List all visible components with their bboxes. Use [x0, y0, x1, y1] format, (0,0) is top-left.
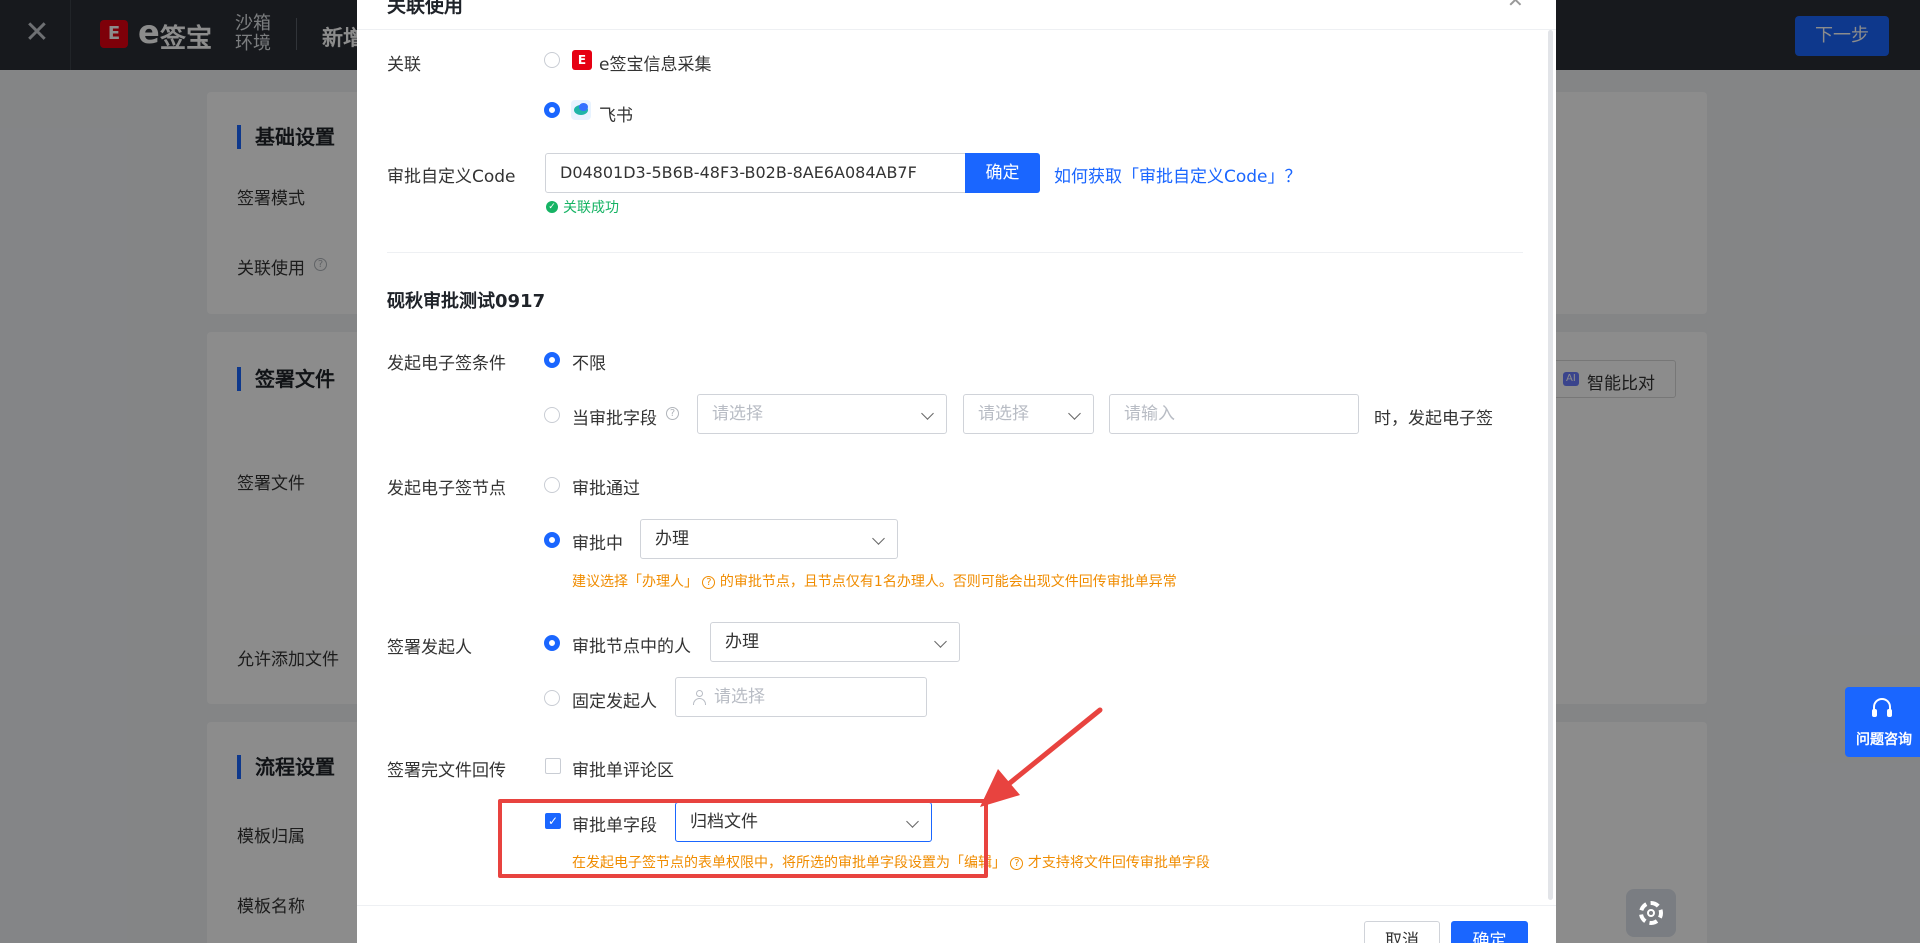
- headset-ear-right: [1887, 709, 1892, 717]
- approval-code-value: D04801D3-5B6B-48F3-B02B-8AE6A084AB7F: [560, 163, 917, 182]
- warning-text: 才支持将文件回传审批单字段: [1027, 855, 1210, 871]
- divider: [387, 252, 1523, 253]
- start-node-warning: 建议选择「办理人」 ? 的审批节点，且节点仅有1名办理人。否则可能会出现文件回传…: [572, 571, 1177, 591]
- modal-title: 关联使用: [387, 0, 464, 17]
- user-icon: [692, 690, 706, 705]
- return-label: 签署完文件回传: [387, 761, 506, 781]
- annotation-arrow: [980, 707, 1103, 807]
- checkbox-comment[interactable]: [545, 758, 561, 774]
- help-icon[interactable]: ?: [666, 407, 679, 420]
- condition-suffix: 时，发起电子签: [1374, 409, 1493, 429]
- condition-field-select[interactable]: 请选择: [697, 394, 947, 434]
- initiator-label: 签署发起人: [387, 638, 472, 658]
- radio-node-person[interactable]: [544, 635, 560, 651]
- start-node-label: 发起电子签节点: [387, 479, 506, 499]
- radio-feishu[interactable]: [544, 102, 560, 118]
- warning-text: 的审批节点，且节点仅有1名办理人。否则可能会出现文件回传审批单异常: [719, 574, 1177, 590]
- radio-approval-field[interactable]: [544, 407, 560, 423]
- option-approved[interactable]: 审批通过: [572, 474, 640, 499]
- warning-text: 建议选择「办理人」: [572, 574, 698, 590]
- option-esign-collect[interactable]: e签宝信息采集: [599, 50, 711, 75]
- settings-fab[interactable]: [1626, 889, 1676, 937]
- radio-unlimited[interactable]: [544, 352, 560, 368]
- initiator-value: 办理: [725, 632, 759, 652]
- radio-esign-collect[interactable]: [544, 52, 560, 68]
- start-node-select[interactable]: 办理: [640, 519, 898, 559]
- option-unlimited[interactable]: 不限: [572, 349, 606, 374]
- close-icon[interactable]: ✕: [1507, 0, 1524, 12]
- divider: [357, 905, 1556, 906]
- feishu-logo-icon: [571, 100, 591, 120]
- option-in-progress[interactable]: 审批中: [572, 529, 623, 554]
- cancel-button[interactable]: 取消: [1364, 921, 1440, 943]
- help-icon[interactable]: ?: [702, 576, 716, 589]
- fixed-initiator-select[interactable]: 请选择: [675, 677, 927, 717]
- association-label: 关联: [387, 55, 421, 75]
- radio-fixed-initiator[interactable]: [544, 690, 560, 706]
- condition-operator-select[interactable]: 请选择: [963, 394, 1094, 434]
- option-comment[interactable]: 审批单评论区: [572, 756, 674, 781]
- success-icon: ✓: [546, 201, 558, 213]
- chevron-down-icon: [921, 407, 934, 420]
- fixed-initiator-placeholder: 请选择: [714, 687, 765, 707]
- condition-field-placeholder: 请选择: [712, 404, 763, 424]
- chevron-down-icon: [872, 532, 885, 545]
- approval-code-input[interactable]: D04801D3-5B6B-48F3-B02B-8AE6A084AB7F: [545, 153, 968, 193]
- option-node-person[interactable]: 审批节点中的人: [572, 632, 691, 657]
- help-consult-label: 问题咨询: [1856, 732, 1912, 748]
- option-approval-field[interactable]: 当审批字段: [572, 404, 657, 429]
- condition-value-input[interactable]: 请输入: [1109, 394, 1359, 434]
- condition-value-placeholder: 请输入: [1124, 404, 1175, 424]
- code-help-link[interactable]: 如何获取「审批自定义Code」？: [1054, 162, 1302, 187]
- annotation-highlight-box: [498, 799, 988, 878]
- code-confirm-button[interactable]: 确定: [965, 153, 1040, 193]
- help-consult-button[interactable]: 问题咨询: [1845, 687, 1920, 757]
- condition-operator-placeholder: 请选择: [978, 404, 1029, 424]
- gear-center: [1647, 909, 1655, 917]
- ok-button[interactable]: 确定: [1451, 921, 1528, 943]
- initiator-select[interactable]: 办理: [710, 622, 960, 662]
- radio-in-progress[interactable]: [544, 532, 560, 548]
- chevron-down-icon: [1068, 407, 1081, 420]
- esign-logo-icon: E: [572, 50, 592, 70]
- association-success-text: 关联成功: [563, 200, 619, 216]
- option-fixed-initiator[interactable]: 固定发起人: [572, 687, 657, 712]
- chevron-down-icon: [934, 635, 947, 648]
- option-feishu[interactable]: 飞书: [599, 101, 633, 126]
- headset-ear-left: [1872, 709, 1877, 717]
- form-name: 砚秋审批测试0917: [387, 291, 546, 312]
- radio-approved[interactable]: [544, 477, 560, 493]
- start-condition-label: 发起电子签条件: [387, 354, 506, 374]
- divider: [357, 29, 1556, 30]
- approval-code-label: 审批自定义Code: [387, 167, 516, 187]
- help-icon[interactable]: ?: [1010, 857, 1024, 870]
- start-node-value: 办理: [655, 529, 689, 549]
- scrollbar[interactable]: [1548, 30, 1553, 900]
